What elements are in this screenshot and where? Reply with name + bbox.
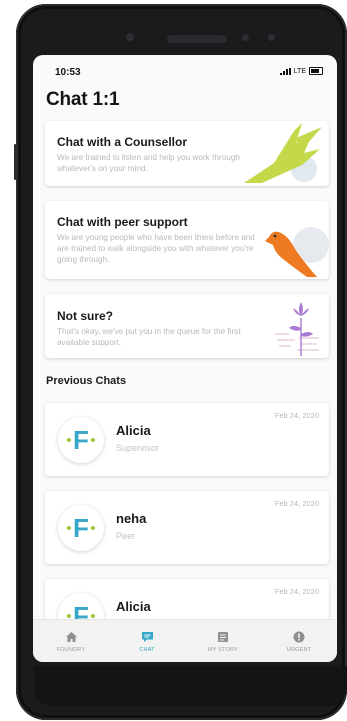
alert-icon <box>293 631 305 642</box>
avatar-dot <box>90 614 95 618</box>
status-time: 10:53 <box>55 67 81 78</box>
chat-date: Feb 24, 2020 <box>274 587 319 596</box>
phone-chin <box>34 666 347 706</box>
network-label: LTE <box>293 67 306 75</box>
option-title: Chat with a Counsellor <box>57 135 188 149</box>
chat-list-item[interactable]: F neha Peer Feb 24, 2020 <box>45 491 329 564</box>
not-sure-option-card[interactable]: Not sure? That's okay, we've put you in … <box>45 294 329 358</box>
tab-label: CHAT <box>139 646 155 653</box>
speaker-grille <box>167 35 227 43</box>
book-icon <box>218 631 228 642</box>
peer-support-option-card[interactable]: Chat with peer support We are young peop… <box>45 201 329 279</box>
volume-button <box>14 144 17 180</box>
network-status: LTE <box>279 67 323 75</box>
avatar-letter: F <box>73 513 89 543</box>
chat-date: Feb 24, 2020 <box>274 499 319 508</box>
avatar-dot <box>67 526 72 530</box>
signal-icon <box>279 67 291 75</box>
option-title: Chat with peer support <box>57 215 188 229</box>
bottom-tab-bar: FOUNDRY CHAT MY STORY URGENT <box>33 619 337 662</box>
tab-label: MY STORY <box>207 646 239 653</box>
chat-role: Peer <box>116 531 136 541</box>
tab-chat[interactable]: CHAT <box>109 620 185 662</box>
chat-name: Alicia <box>116 599 151 614</box>
avatar: F <box>58 505 104 551</box>
home-icon <box>65 631 77 642</box>
avatar-dot <box>90 526 95 530</box>
tab-label: FOUNDRY <box>56 646 86 653</box>
option-description: We are trained to listen and help you wo… <box>57 153 240 173</box>
chat-date: Feb 24, 2020 <box>274 411 319 420</box>
tab-foundry[interactable]: FOUNDRY <box>33 620 109 662</box>
page-title: Chat 1:1 <box>46 89 120 110</box>
tab-my-story[interactable]: MY STORY <box>185 620 261 662</box>
status-bar: 10:53 LTE <box>33 55 337 85</box>
tab-urgent[interactable]: URGENT <box>261 620 337 662</box>
battery-icon <box>309 67 323 75</box>
chat-name: neha <box>116 511 147 526</box>
avatar-dot <box>90 438 95 442</box>
option-description: We are young people who have been there … <box>57 233 255 264</box>
sensor-icon <box>268 34 275 41</box>
chat-role: Supervisor <box>116 443 160 453</box>
chat-icon <box>141 631 153 642</box>
camera-icon <box>126 33 134 41</box>
avatar-letter: F <box>73 425 89 455</box>
tab-label: URGENT <box>286 646 312 653</box>
chat-list-item[interactable]: F Alicia Supervisor Feb 24, 2020 <box>45 403 329 476</box>
app-screen: 10:53 LTE Chat 1:1 Chat with a Counsello… <box>33 55 337 662</box>
avatar-dot <box>67 438 72 442</box>
option-description: That's okay, we've put you in the queue … <box>57 327 241 347</box>
previous-chats-heading: Previous Chats <box>46 375 127 387</box>
eagle-icon <box>244 123 322 183</box>
option-title: Not sure? <box>57 309 114 323</box>
plant-icon <box>275 302 319 356</box>
avatar: F <box>58 417 104 463</box>
sensor-icon <box>242 34 249 41</box>
counsellor-option-card[interactable]: Chat with a Counsellor We are trained to… <box>45 121 329 186</box>
chat-name: Alicia <box>116 423 151 438</box>
avatar-dot <box>67 614 72 618</box>
bird-icon <box>265 227 329 277</box>
